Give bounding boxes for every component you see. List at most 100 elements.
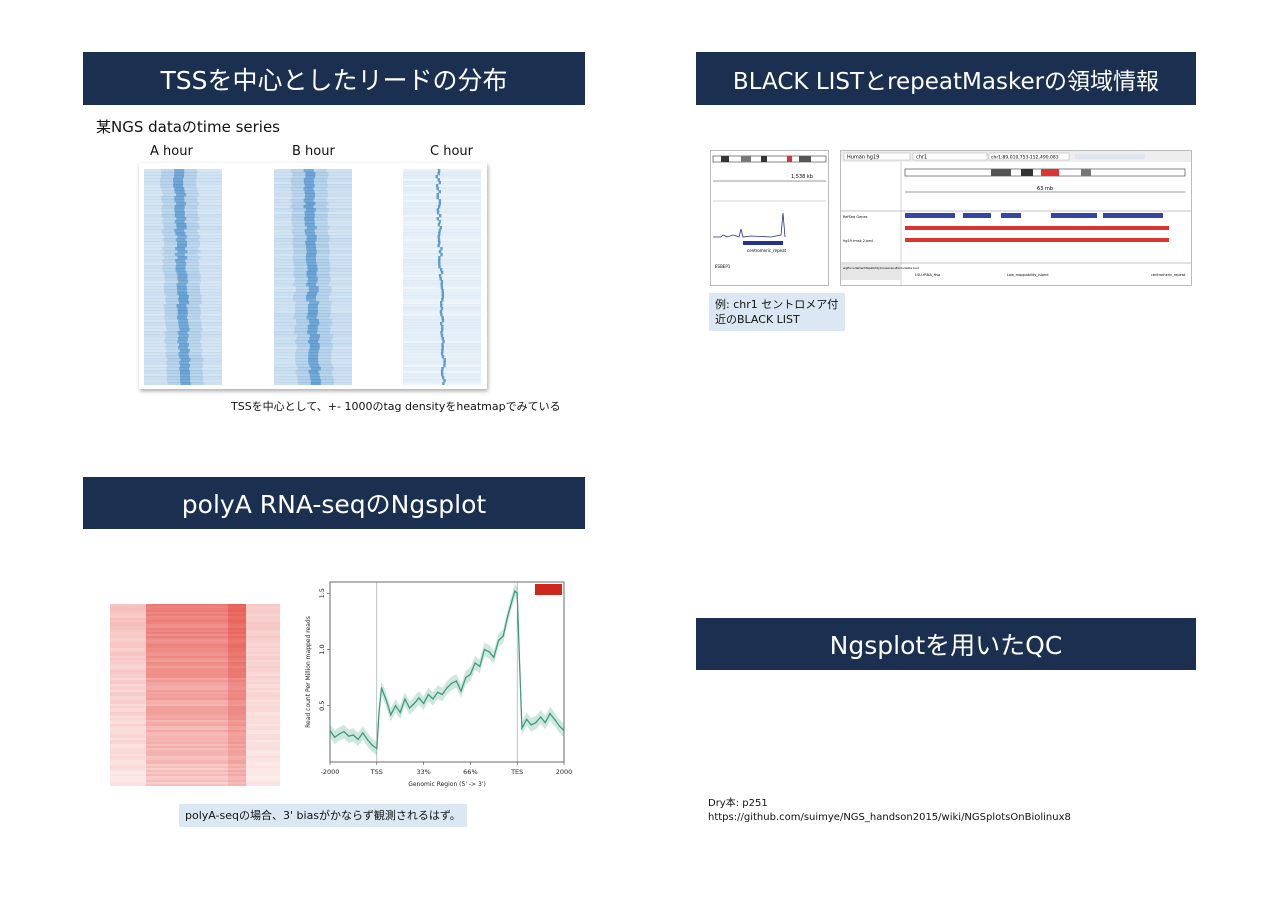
data-point bbox=[502, 635, 504, 637]
data-point bbox=[399, 711, 401, 714]
data-point bbox=[329, 729, 331, 732]
qc-ref-book: Dry本: p251 bbox=[708, 798, 768, 809]
x-tick-label: TES bbox=[510, 768, 523, 776]
data-point bbox=[558, 725, 560, 727]
igv-track-blacklist: wgEncodeDacMapabilityConsensusExcludable… bbox=[843, 266, 919, 270]
data-point bbox=[521, 727, 523, 729]
igv-left-screenshot: 1,538 kb centromeric_repeat ESBEP1 bbox=[710, 150, 829, 286]
data-point bbox=[378, 710, 380, 712]
heatmap-a bbox=[144, 169, 222, 385]
data-point bbox=[455, 680, 457, 682]
igv-bl-label-2: Low_mappability_island bbox=[1007, 273, 1048, 277]
x-tick-label: -2000 bbox=[321, 768, 340, 776]
data-point bbox=[544, 722, 546, 724]
data-point bbox=[460, 690, 462, 692]
blacklist-note-line2: 近のBLACK LIST bbox=[715, 313, 800, 326]
polya-heatmap bbox=[110, 604, 280, 786]
igv-right-span: 63 mb bbox=[1037, 186, 1053, 192]
qc-slide-title: Ngsplotを用いたQC bbox=[696, 618, 1196, 670]
igv-bl-label-1: LSU-rRNA_Hsa bbox=[915, 273, 940, 277]
igv-left-feature: centromeric_repeat bbox=[747, 248, 787, 253]
data-point bbox=[348, 735, 350, 737]
data-point bbox=[483, 648, 485, 651]
data-point bbox=[409, 707, 411, 709]
data-point bbox=[497, 639, 500, 642]
polya-profile-chart: -2000 TSS 33% 66% TES 2000 0.5 1.0 1.5 Genomic Re… bbox=[305, 581, 572, 788]
data-point bbox=[465, 677, 467, 679]
data-point bbox=[390, 714, 392, 716]
data-point bbox=[427, 693, 429, 696]
data-point bbox=[469, 673, 471, 675]
data-point bbox=[334, 736, 336, 738]
data-point bbox=[343, 731, 345, 733]
heatmap-c bbox=[403, 169, 481, 385]
igv-chrom-select: chr1 bbox=[916, 155, 927, 161]
igv-bl-label-3: centromeric_repeat bbox=[1151, 273, 1186, 277]
column-label-c: C hour bbox=[430, 144, 473, 159]
x-tick-label: 2000 bbox=[556, 768, 572, 776]
data-point bbox=[338, 733, 340, 735]
tss-heatmap-panel bbox=[139, 163, 487, 389]
data-point bbox=[404, 698, 406, 700]
data-point bbox=[437, 691, 439, 693]
y-tick-label: 1.5 bbox=[318, 588, 326, 598]
data-point bbox=[540, 716, 542, 718]
column-label-b: B hour bbox=[292, 144, 335, 159]
x-tick-label: TSS bbox=[370, 768, 383, 776]
qc-reference: Dry本: p251 https://github.com/suimye/NGS… bbox=[708, 797, 1071, 825]
data-point bbox=[380, 687, 383, 689]
legend-swatch bbox=[535, 584, 562, 595]
time-series-label: 某NGS dataのtime series bbox=[96, 118, 280, 136]
igv-locus-input: chr1:89,010,753-152,490,083 bbox=[991, 155, 1059, 161]
y-tick-label: 0.5 bbox=[318, 701, 326, 711]
data-point bbox=[526, 718, 528, 720]
data-point bbox=[488, 651, 490, 653]
igv-track-rmsk: hg19 rmsk 2.bed bbox=[843, 239, 873, 243]
blacklist-note-line1: 例: chr1 セントロメア付 bbox=[715, 298, 839, 311]
data-point bbox=[507, 615, 509, 617]
data-point bbox=[385, 699, 387, 701]
data-point bbox=[366, 738, 368, 741]
igv-left-gene: ESBEP1 bbox=[715, 264, 731, 269]
data-point bbox=[554, 718, 556, 720]
data-point bbox=[474, 662, 476, 664]
data-point bbox=[352, 734, 354, 736]
data-point bbox=[563, 729, 565, 732]
tss-slide-title: TSSを中心としたリードの分布 bbox=[83, 52, 585, 105]
data-point bbox=[451, 682, 453, 684]
data-point bbox=[535, 722, 537, 724]
polya-slide-title: polyA RNA-seqのNgsplot bbox=[83, 477, 585, 529]
igv-left-span: 1,538 kb bbox=[791, 174, 813, 180]
data-point bbox=[511, 598, 514, 600]
data-point bbox=[418, 697, 420, 699]
data-point bbox=[362, 732, 364, 734]
data-point bbox=[530, 724, 532, 726]
igv-track-refseq: RefSeq Genes bbox=[843, 215, 868, 219]
data-point bbox=[423, 702, 425, 705]
data-point bbox=[371, 744, 373, 746]
x-tick-label: 33% bbox=[416, 768, 430, 776]
blacklist-slide-title: BLACK LISTとrepeatMaskerの領域情報 bbox=[696, 52, 1196, 105]
data-point bbox=[441, 693, 443, 696]
y-axis-label: Read count Per Million mapped reads bbox=[305, 616, 312, 728]
tss-caption: TSSを中心として、+- 1000のtag densityをheatmapでみて… bbox=[231, 400, 561, 413]
igv-genome-select: Human hg19 bbox=[847, 155, 879, 161]
data-point bbox=[518, 660, 521, 662]
data-point bbox=[514, 590, 516, 592]
column-label-a: A hour bbox=[150, 144, 193, 159]
data-point bbox=[549, 713, 551, 715]
data-point bbox=[413, 702, 415, 705]
data-point bbox=[479, 665, 481, 667]
igv-right-screenshot: Human hg19 chr1 chr1:89,010,753-152,490,… bbox=[840, 150, 1192, 286]
qc-ref-url: https://github.com/suimye/NGS_handson201… bbox=[708, 812, 1071, 823]
data-point bbox=[446, 687, 448, 689]
blacklist-note: 例: chr1 セントロメア付 近のBLACK LIST bbox=[709, 293, 845, 331]
x-axis-label: Genomic Region (5' -> 3') bbox=[408, 781, 486, 788]
polya-note: polyA-seqの場合、3' biasがかならず観測されるはず。 bbox=[179, 804, 467, 827]
y-tick-label: 1.0 bbox=[318, 644, 326, 654]
x-tick-label: 66% bbox=[463, 768, 477, 776]
data-point bbox=[357, 738, 359, 741]
data-point bbox=[376, 747, 378, 750]
heatmap-b bbox=[274, 169, 352, 385]
data-point bbox=[493, 656, 495, 658]
